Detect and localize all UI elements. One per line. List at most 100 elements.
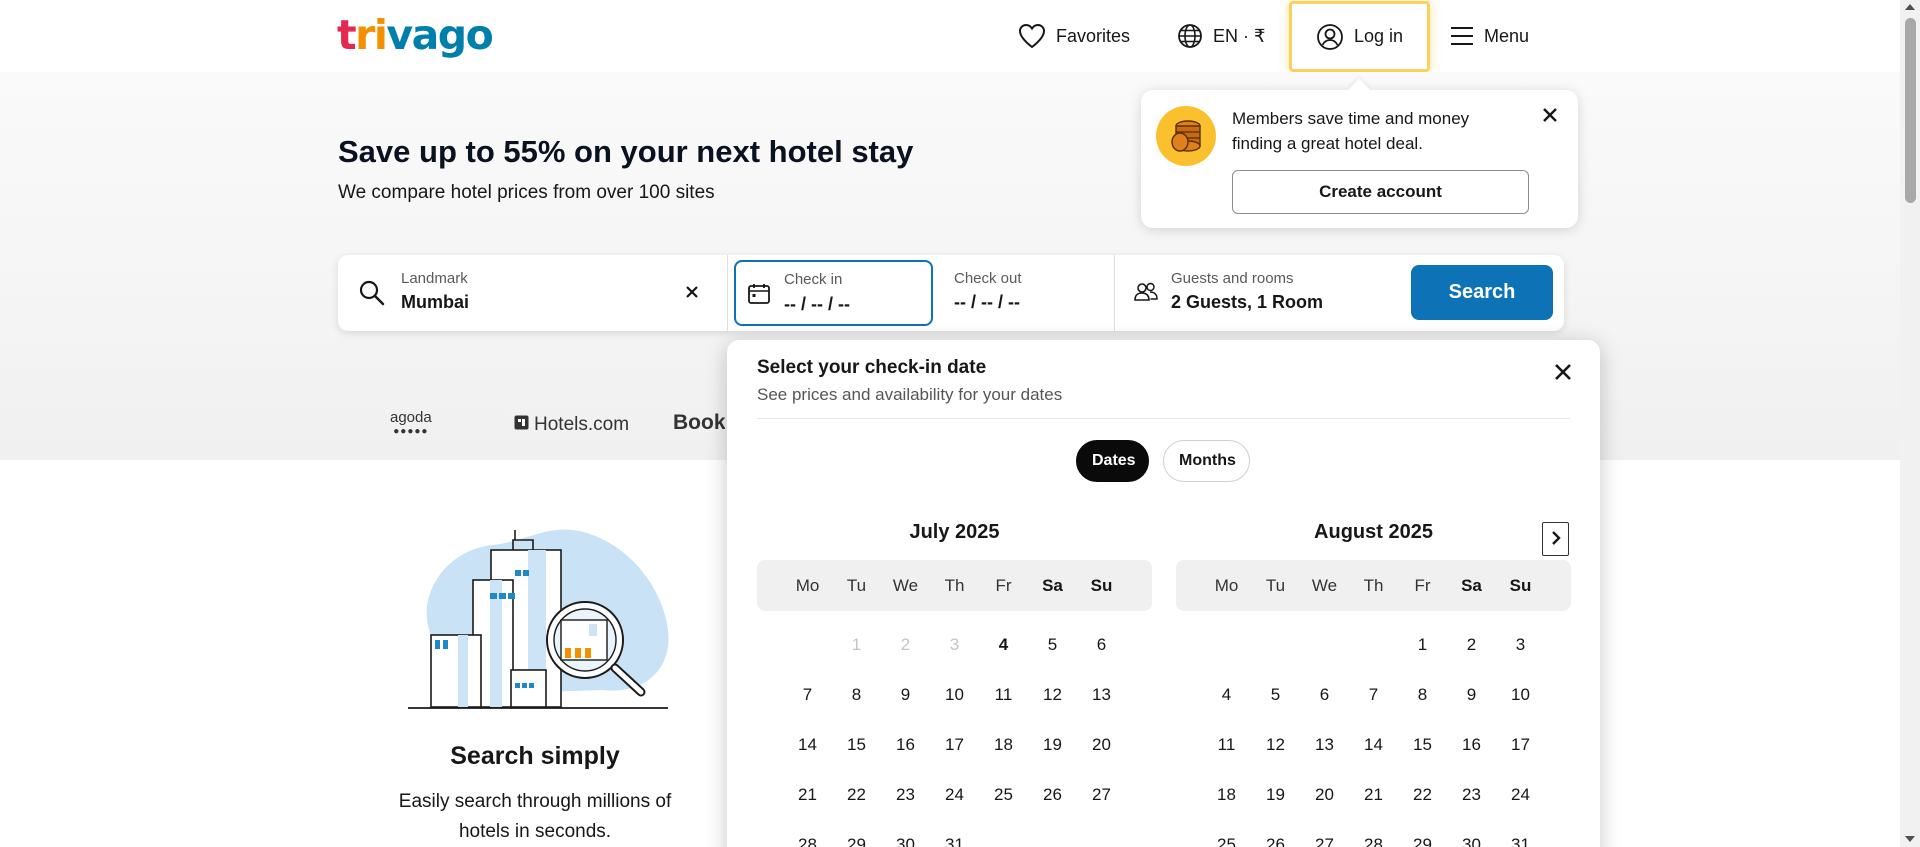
scroll-up-arrow[interactable] [1905,4,1915,10]
calendar-day[interactable]: 10 [930,670,979,720]
hotels-com-wordmark: Hotels.com [534,414,630,435]
calendar-day[interactable]: 19 [1028,720,1077,770]
calendar-day[interactable]: 5 [1028,620,1077,670]
day-empty [1300,620,1349,670]
calendar-day[interactable]: 27 [1300,820,1349,847]
weekday-label: Th [1363,575,1384,595]
calendar-day[interactable]: 9 [1447,670,1496,720]
agoda-logo: agoda ●●●●● [390,410,432,439]
close-icon[interactable] [1541,106,1559,129]
calendar-day[interactable]: 28 [1349,820,1398,847]
destination-field[interactable]: Landmark Mumbai [338,255,728,331]
divider [757,418,1570,419]
calendar-day[interactable]: 2 [1447,620,1496,670]
calendar-day[interactable]: 17 [1496,720,1545,770]
calendar-day[interactable]: 21 [1349,770,1398,820]
calendar-day[interactable]: 12 [1251,720,1300,770]
hotels-com-logo: Hotels.com [514,414,629,436]
calendar-day[interactable]: 16 [881,720,930,770]
calendar-day[interactable]: 20 [1300,770,1349,820]
calendar-day[interactable]: 27 [1077,770,1126,820]
calendar-day[interactable]: 8 [832,670,881,720]
calendar-day[interactable]: 31 [930,820,979,847]
language-currency-button[interactable]: EN · ₹ [1177,14,1265,58]
calendar-day[interactable]: 23 [1447,770,1496,820]
tab-dates[interactable]: Dates [1076,440,1149,482]
calendar-day[interactable]: 4 [979,620,1028,670]
calendar-day[interactable]: 17 [930,720,979,770]
tooltip-message: Members save time and money finding a gr… [1232,109,1470,153]
search-button[interactable]: Search [1411,265,1553,320]
calendar-day[interactable]: 18 [979,720,1028,770]
calendar-day[interactable]: 18 [1202,770,1251,820]
check-in-field[interactable]: Check in -- / -- / -- [734,260,933,326]
calendar-day[interactable]: 24 [930,770,979,820]
calendar-day[interactable]: 3 [1496,620,1545,670]
coins-icon [1156,106,1216,166]
calendar-day[interactable]: 15 [1398,720,1447,770]
calendar-day[interactable]: 29 [1398,820,1447,847]
calendar-day[interactable]: 30 [881,820,930,847]
scroll-thumb[interactable] [1905,18,1916,203]
calendar-day[interactable]: 5 [1251,670,1300,720]
next-month-button[interactable] [1542,522,1569,556]
calendar-day[interactable]: 26 [1028,770,1077,820]
check-in-label: Check in [784,271,843,288]
month-title: August 2025 [1314,521,1433,543]
calendar-day[interactable]: 25 [1202,820,1251,847]
calendar-day[interactable]: 22 [832,770,881,820]
month-title: July 2025 [909,521,1000,543]
calendar-day[interactable]: 10 [1496,670,1545,720]
calendar-day[interactable]: 1 [1398,620,1447,670]
calendar-day[interactable]: 7 [783,670,832,720]
calendar-day[interactable]: 31 [1496,820,1545,847]
globe-icon [1177,23,1203,49]
tab-months[interactable]: Months [1163,440,1250,482]
trivago-logo[interactable]: trivago [337,11,494,59]
calendar-day[interactable]: 11 [979,670,1028,720]
feature-description: Easily search through millions of hotels… [398,791,672,842]
favorites-button[interactable]: Favorites [1018,14,1130,58]
calendar-day[interactable]: 22 [1398,770,1447,820]
calendar-day[interactable]: 30 [1447,820,1496,847]
calendar-day[interactable]: 6 [1300,670,1349,720]
calendar-day[interactable]: 25 [979,770,1028,820]
clear-destination-icon[interactable] [684,284,700,305]
login-button[interactable]: Log in [1289,1,1430,72]
guests-rooms-field[interactable]: Guests and rooms 2 Guests, 1 Room [1115,255,1405,331]
calendar-day[interactable]: 23 [881,770,930,820]
weekday-label: We [1311,575,1338,595]
calendar-day[interactable]: 16 [1447,720,1496,770]
close-date-picker-icon[interactable] [1553,362,1573,387]
check-out-field[interactable]: Check out -- / -- / -- [938,255,1115,331]
calendar-day[interactable]: 8 [1398,670,1447,720]
calendar-day[interactable]: 19 [1251,770,1300,820]
calendar-day[interactable]: 14 [783,720,832,770]
calendar-day[interactable]: 13 [1300,720,1349,770]
calendar-day[interactable]: 4 [1202,670,1251,720]
calendar-day[interactable]: 28 [783,820,832,847]
calendar-day[interactable]: 7 [1349,670,1398,720]
destination-value[interactable]: Mumbai [401,292,469,313]
menu-button[interactable]: Menu [1450,14,1529,58]
scrollbar[interactable] [1900,0,1920,847]
calendar-day[interactable]: 21 [783,770,832,820]
calendar-day[interactable]: 26 [1251,820,1300,847]
weekday-label: Sa [1042,575,1063,595]
calendar-day[interactable]: 20 [1077,720,1126,770]
calendar-day[interactable]: 13 [1077,670,1126,720]
calendar-day[interactable]: 11 [1202,720,1251,770]
calendar-day[interactable]: 9 [881,670,930,720]
calendar-day[interactable]: 6 [1077,620,1126,670]
calendar-day[interactable]: 24 [1496,770,1545,820]
logo-part-2: ri [355,11,388,59]
booking-com-logo: Booking.com [673,411,725,434]
create-account-button[interactable]: Create account [1232,170,1529,214]
calendar-day[interactable]: 12 [1028,670,1077,720]
calendar-day[interactable]: 15 [832,720,881,770]
scroll-down-arrow[interactable] [1905,836,1915,842]
check-out-value: -- / -- / -- [954,292,1020,312]
guests-icon [1133,281,1159,308]
calendar-day[interactable]: 14 [1349,720,1398,770]
calendar-day[interactable]: 29 [832,820,881,847]
